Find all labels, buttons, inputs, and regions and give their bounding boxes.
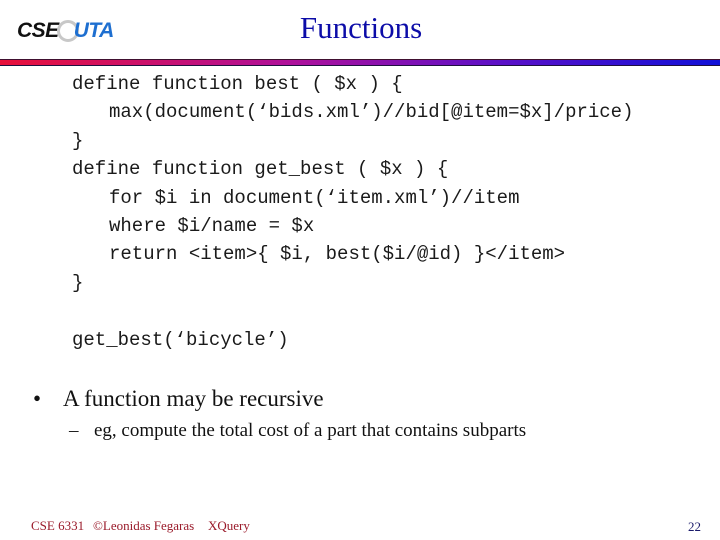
slide-title-text: Functions (299, 10, 423, 45)
slide: CSE UTA Functions define function best (… (0, 0, 720, 540)
code-line: for $i in document(‘item.xml’)//item (109, 186, 520, 209)
footer-author: ©Leonidas Fegaras (93, 518, 195, 533)
code-line: where $i/name = $x (109, 214, 315, 237)
code-line: } (72, 129, 84, 152)
bullet-marker: • (33, 386, 42, 411)
code-line: define function get_best ( $x ) { (72, 158, 449, 181)
footer-course: CSE 6331 (31, 518, 85, 533)
code-line: return <item>{ $i, best($i/@id) }</item> (109, 243, 566, 266)
slide-title: Functions (0, 10, 720, 46)
code-block: define function best ( $x ) { max(documen… (72, 70, 634, 354)
code-line: } (72, 271, 84, 294)
sub-bullet-text: eg, compute the total cost of a part tha… (94, 420, 527, 441)
code-line: define function best ( $x ) { (72, 73, 403, 95)
bullet-item: • A function may be recursive (33, 386, 324, 412)
page-number: 22 (688, 519, 701, 534)
footer-topic: XQuery (208, 518, 250, 533)
code-line: get_best(‘bicycle’) (72, 328, 289, 351)
sub-bullet-item: – eg, compute the total cost of a part th… (69, 420, 526, 442)
code-line: max(document(‘bids.xml’)//bid[@item=$x]/… (109, 101, 634, 124)
sub-bullet-marker: – (69, 420, 79, 441)
bullet-text: A function may be recursive (63, 386, 324, 411)
header-divider-bar (0, 59, 720, 66)
